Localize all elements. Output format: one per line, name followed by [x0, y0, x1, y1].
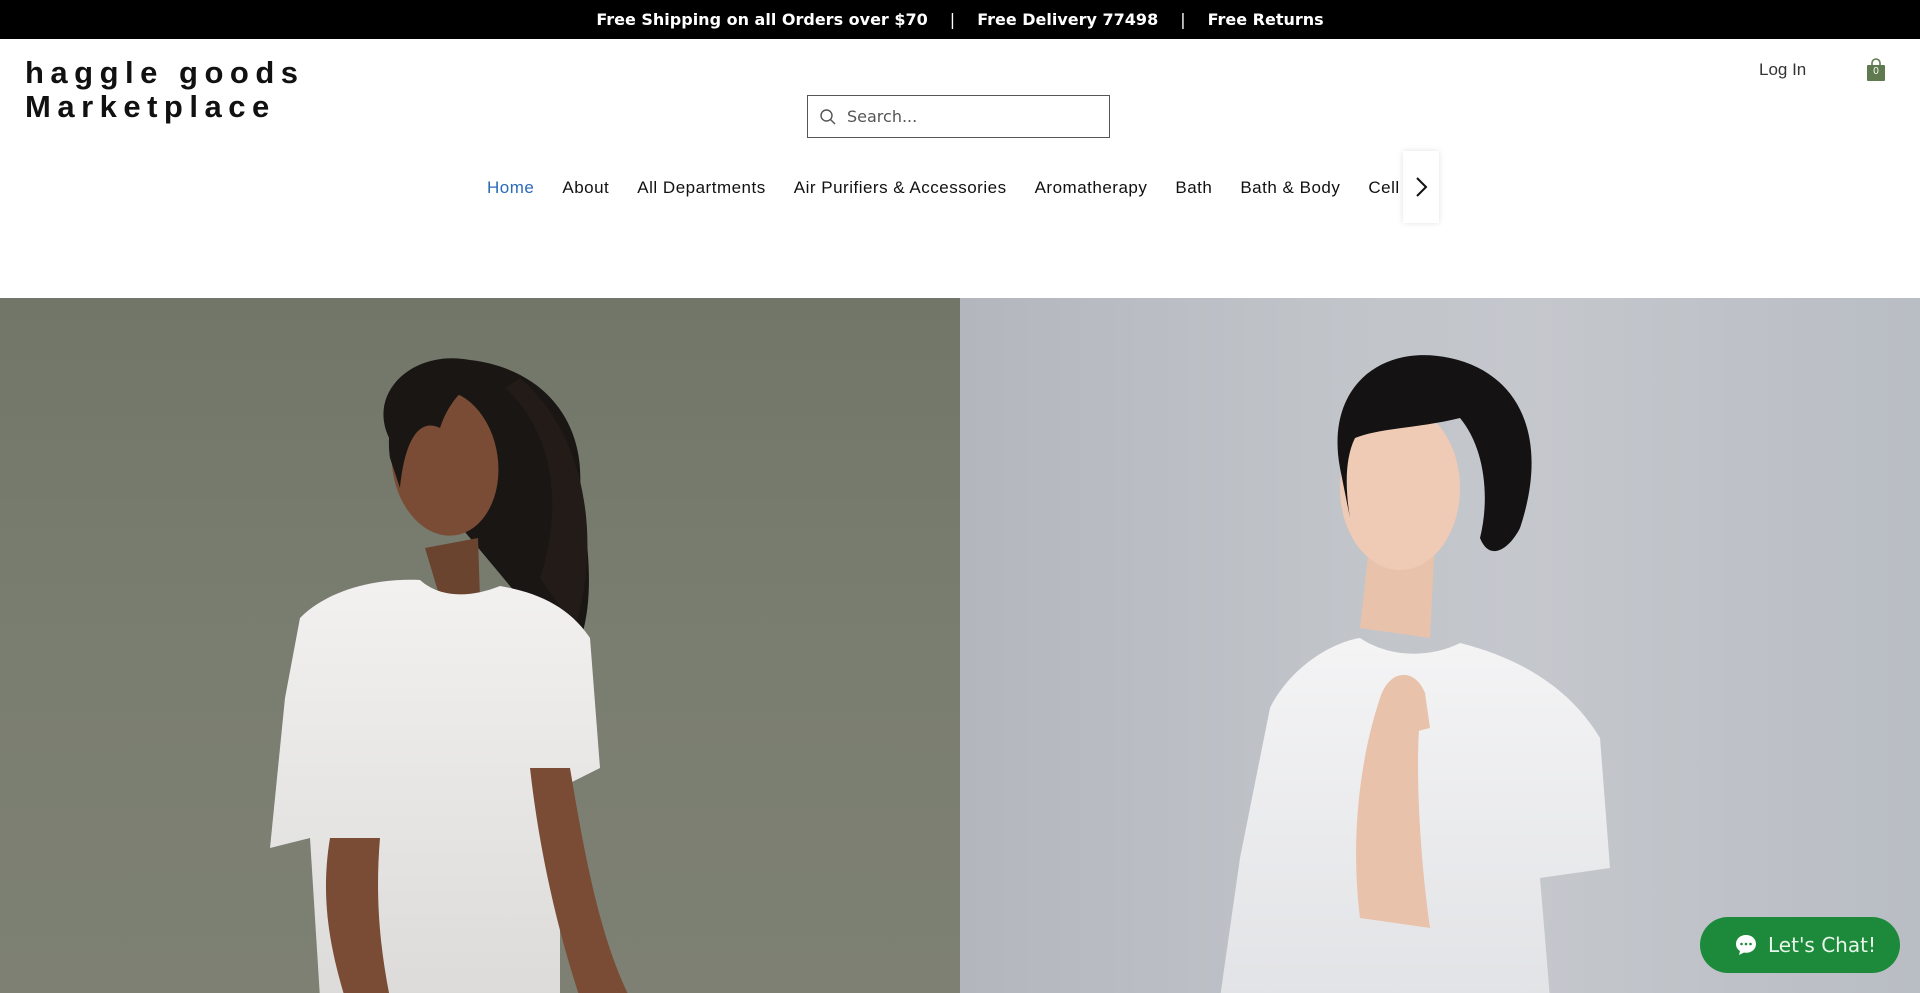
- nav-scroll-right-button[interactable]: [1403, 151, 1439, 223]
- logo-line-2: Marketplace: [25, 89, 276, 124]
- chevron-right-icon: [1416, 177, 1428, 197]
- cart-button[interactable]: 0: [1866, 58, 1886, 82]
- search-box[interactable]: [807, 95, 1110, 138]
- announcement-bar: Free Shipping on all Orders over $70 | F…: [0, 0, 1920, 39]
- nav-item-all-departments[interactable]: All Departments: [637, 178, 765, 198]
- main-nav: Home About All Departments Air Purifiers…: [487, 175, 1402, 201]
- nav-item-aromatherapy[interactable]: Aromatherapy: [1035, 178, 1148, 198]
- cart-count: 0: [1873, 66, 1879, 77]
- announcement-delivery: Free Delivery 77498: [977, 10, 1159, 29]
- nav-item-bath-body[interactable]: Bath & Body: [1240, 178, 1340, 198]
- search-input[interactable]: [845, 106, 1099, 127]
- logo-line-1: haggle goods: [25, 55, 305, 90]
- announcement-separator: |: [1180, 10, 1186, 29]
- nav-item-cell-phones[interactable]: Cell Phones: [1368, 178, 1402, 198]
- announcement-shipping: Free Shipping on all Orders over $70: [596, 10, 928, 29]
- search-icon: [820, 108, 836, 124]
- announcement-returns: Free Returns: [1207, 10, 1324, 29]
- chat-bubble-icon: [1736, 935, 1756, 955]
- nav-item-bath[interactable]: Bath: [1175, 178, 1212, 198]
- login-link[interactable]: Log In: [1759, 60, 1806, 80]
- chat-label: Let's Chat!: [1768, 933, 1876, 957]
- nav-item-air-purifiers[interactable]: Air Purifiers & Accessories: [794, 178, 1007, 198]
- site-logo[interactable]: haggle goods Marketplace: [25, 56, 305, 124]
- chat-button[interactable]: Let's Chat!: [1700, 917, 1900, 973]
- nav-item-about[interactable]: About: [562, 178, 609, 198]
- hero-woman-illustration: [270, 358, 628, 993]
- hero-man-illustration: [1220, 355, 1610, 993]
- nav-item-home[interactable]: Home: [487, 178, 534, 198]
- announcement-separator: |: [949, 10, 956, 29]
- hero-image-man[interactable]: [960, 298, 1920, 993]
- hero-image-woman[interactable]: [0, 298, 960, 993]
